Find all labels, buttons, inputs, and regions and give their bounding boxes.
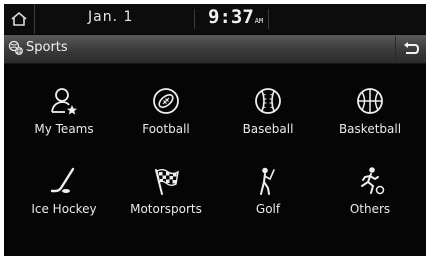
baseball-icon	[255, 88, 281, 114]
status-divider	[268, 9, 269, 29]
category-label: Ice Hockey	[31, 202, 97, 216]
category-baseball[interactable]: Baseball	[218, 84, 318, 158]
home-button[interactable]	[4, 4, 35, 34]
sports-icon	[8, 40, 23, 55]
date-display: Jan. 1	[88, 9, 134, 25]
category-label: My Teams	[34, 122, 94, 136]
page-title: Sports	[26, 40, 68, 55]
category-label: Others	[349, 202, 391, 216]
category-my-teams[interactable]: My Teams	[14, 84, 114, 158]
category-football[interactable]: Football	[116, 84, 216, 158]
category-label: Motorsports	[130, 202, 202, 216]
back-button[interactable]	[395, 36, 426, 62]
runner-icon	[361, 167, 385, 195]
person-star-icon	[51, 88, 77, 115]
category-basketball[interactable]: Basketball	[320, 84, 420, 158]
checkered-flag-icon	[155, 169, 179, 195]
category-ice-hockey[interactable]: Ice Hockey	[14, 164, 114, 238]
category-label: Football	[142, 122, 190, 136]
category-others[interactable]: Others	[320, 164, 420, 238]
football-icon	[153, 88, 179, 114]
category-motorsports[interactable]: Motorsports	[116, 164, 216, 238]
category-label: Golf	[255, 202, 281, 216]
clock-display: 9:37AM	[208, 6, 263, 28]
screen: Jan. 1 9:37AM Sports My Teams Football B…	[4, 4, 426, 256]
basketball-icon	[357, 88, 383, 114]
status-bar: Jan. 1 9:37AM	[4, 4, 426, 34]
title-bar: Sports	[4, 35, 426, 64]
category-golf[interactable]: Golf	[218, 164, 318, 238]
clock-time: 9:37	[208, 6, 254, 28]
golfer-icon	[260, 167, 275, 195]
status-divider	[194, 9, 195, 29]
category-label: Basketball	[338, 122, 402, 136]
hockey-stick-icon	[50, 167, 75, 193]
back-arrow-icon	[404, 42, 420, 54]
clock-ampm: AM	[254, 17, 264, 25]
home-icon	[11, 11, 27, 26]
category-label: Baseball	[242, 122, 294, 136]
